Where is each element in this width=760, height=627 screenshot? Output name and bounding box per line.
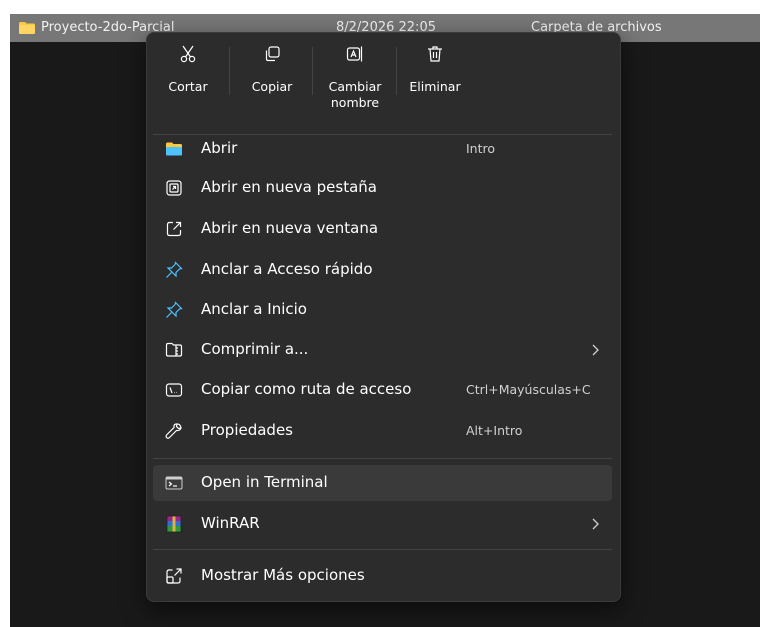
folder-icon xyxy=(166,142,182,156)
menu-item-open-new-window[interactable]: Abrir en nueva ventana xyxy=(153,211,612,247)
menu-item-shortcut: Intro xyxy=(466,141,496,156)
folder-icon xyxy=(19,22,35,34)
winrar-icon xyxy=(166,515,182,533)
chevron-right-icon xyxy=(592,518,599,530)
menu-item-label: Anclar a Acceso rápido xyxy=(201,260,373,278)
menu-item-open[interactable]: Abrir Intro xyxy=(153,131,612,167)
more-options-icon xyxy=(166,568,182,584)
rename-icon xyxy=(346,46,363,62)
new-tab-icon xyxy=(166,180,182,196)
menu-item-label: Anclar a Inicio xyxy=(201,300,307,318)
scissors-icon xyxy=(180,45,196,63)
quick-action-separator xyxy=(229,47,230,95)
menu-item-label: Abrir en nueva pestaña xyxy=(201,178,377,196)
menu-item-label: Copiar como ruta de acceso xyxy=(201,380,412,398)
quick-action-separator xyxy=(312,47,313,95)
cut-label: Cortar xyxy=(168,79,208,94)
trash-icon xyxy=(428,46,442,62)
menu-divider xyxy=(153,458,612,459)
menu-item-show-more-options[interactable]: Mostrar Más opciones xyxy=(153,558,612,594)
menu-item-copy-path[interactable]: Copiar como ruta de acceso Ctrl+Mayúscul… xyxy=(153,372,612,408)
menu-item-label: Open in Terminal xyxy=(201,473,328,491)
copy-label: Copiar xyxy=(251,79,293,94)
menu-item-shortcut: Ctrl+Mayúsculas+C xyxy=(466,382,591,397)
wrench-icon xyxy=(165,423,182,439)
pin-icon xyxy=(166,261,183,278)
menu-item-label: WinRAR xyxy=(201,514,260,532)
menu-item-label: Propiedades xyxy=(201,421,293,439)
menu-item-pin-start[interactable]: Anclar a Inicio xyxy=(153,292,612,328)
chevron-right-icon xyxy=(592,344,599,356)
menu-item-properties[interactable]: Propiedades Alt+Intro xyxy=(153,413,612,449)
cut-button[interactable]: Cortar xyxy=(153,41,223,131)
rename-label: Cambiar nombre xyxy=(328,79,382,110)
menu-item-open-new-tab[interactable]: Abrir en nueva pestaña xyxy=(153,170,612,206)
quick-action-separator xyxy=(396,47,397,95)
pin-icon xyxy=(166,301,183,318)
menu-divider xyxy=(153,549,612,550)
menu-item-winrar[interactable]: WinRAR xyxy=(153,506,612,542)
menu-item-label: Mostrar Más opciones xyxy=(201,566,365,584)
copy-icon xyxy=(265,46,280,62)
menu-item-compress[interactable]: Comprimir a... xyxy=(153,332,612,368)
new-window-icon xyxy=(166,221,182,237)
zip-folder-icon xyxy=(165,342,183,357)
terminal-icon xyxy=(165,476,183,490)
menu-item-open-terminal[interactable]: Open in Terminal xyxy=(153,465,612,501)
rename-button[interactable]: Cambiar nombre xyxy=(317,41,393,131)
path-icon xyxy=(165,383,183,397)
context-menu: Cortar Copiar Cambiar nombre Eliminar Ab… xyxy=(146,32,621,602)
delete-label: Eliminar xyxy=(409,79,461,94)
delete-button[interactable]: Eliminar xyxy=(399,41,471,131)
menu-item-shortcut: Alt+Intro xyxy=(466,423,523,438)
menu-item-label: Abrir en nueva ventana xyxy=(201,219,379,237)
copy-button[interactable]: Copiar xyxy=(232,41,312,131)
menu-item-label: Abrir xyxy=(201,139,238,157)
menu-item-label: Comprimir a... xyxy=(201,340,309,358)
menu-item-pin-quick-access[interactable]: Anclar a Acceso rápido xyxy=(153,252,612,288)
